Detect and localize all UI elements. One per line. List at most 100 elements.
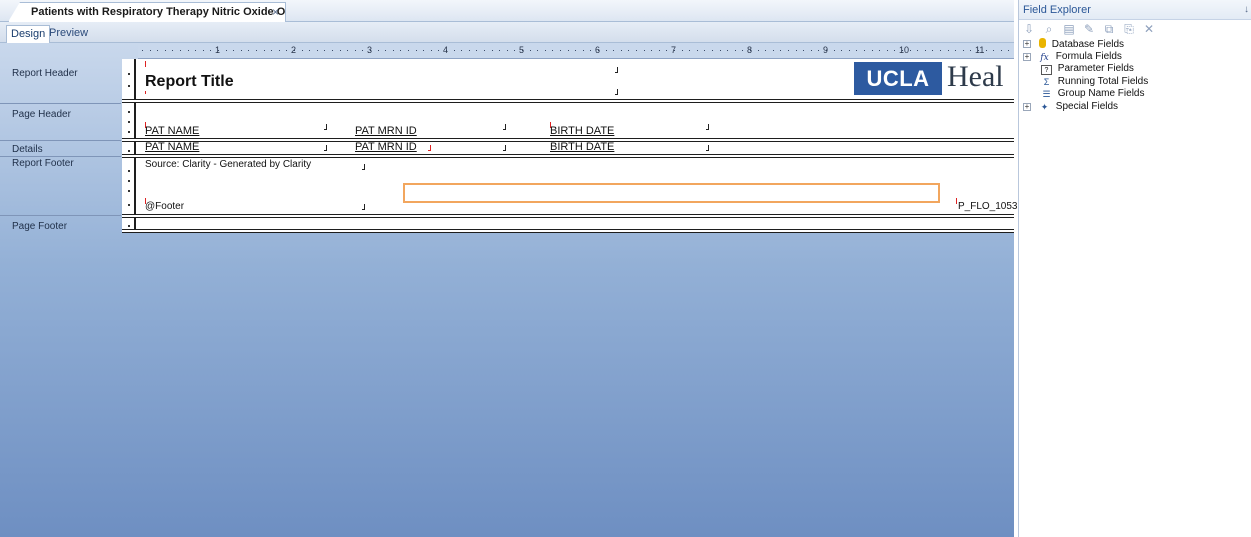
page-header-band[interactable]: PAT NAME PAT MRN ID BIRTH DATE [122,103,1014,138]
band-vertical-ruler [122,218,136,229]
ruler-tick [476,50,478,51]
tree-item-formula-fields[interactable]: + fx Formula Fields [1019,51,1251,64]
field-tree: + Database Fields + fx Formula Fields ? … [1019,38,1251,114]
ruler-tick [354,50,356,51]
database-icon [1039,38,1046,48]
ruler-tick [499,50,501,51]
formula-icon: fx [1040,52,1049,63]
parameter-icon: ? [1041,65,1052,76]
tab-preview[interactable]: Preview [45,25,92,43]
ruler-tick [704,50,706,51]
report-layout: Report Title UCLA Heal PAT NAME PAT MRN … [122,59,1018,235]
ruler-tick [658,50,660,51]
band-vertical-ruler [122,103,136,138]
ucla-health-logo[interactable]: UCLA Heal [854,62,1014,95]
ruler-tick [613,50,615,51]
design-canvas[interactable]: Report Header Page Header Details Report… [0,43,1018,537]
selected-blank-object[interactable] [403,183,940,203]
tree-item-label: Parameter Fields [1057,63,1134,75]
ruler-number: 8 [747,45,753,55]
tree-item-database-fields[interactable]: + Database Fields [1019,38,1251,51]
ruler-tick [886,50,888,51]
close-tab-icon[interactable]: × [272,3,279,21]
duplicate-icon[interactable]: ⧉ [1103,22,1115,36]
report-footer-band[interactable]: Source: Clarity - Generated by Clarity @… [122,158,1018,214]
tree-item-label: Formula Fields [1055,50,1122,62]
ruler-tick [1000,50,1002,51]
running-total-icon: Σ [1043,76,1050,87]
ruler-tick [810,50,812,51]
section-label-page-footer[interactable]: Page Footer [12,221,67,232]
section-separator [0,140,121,141]
ruler-tick [803,50,805,51]
section-label-report-header[interactable]: Report Header [12,68,78,79]
ruler-tick [392,50,394,51]
ruler-tick [408,50,409,51]
tree-item-group-name-fields[interactable]: ☰ Group Name Fields [1019,88,1251,101]
ruler-tick [491,50,493,51]
section-label-report-footer[interactable]: Report Footer [12,158,74,169]
expand-icon[interactable]: + [1023,40,1031,48]
ruler-tick [719,50,721,51]
ruler-number: 5 [519,45,525,55]
section-label-details[interactable]: Details [12,144,43,155]
parameter-field-p-flo[interactable]: P_FLO_1053 [958,201,1018,212]
ruler-tick [248,50,250,51]
rename-icon[interactable]: ⎘ [1123,22,1135,36]
tab-design[interactable]: Design [6,25,51,43]
ruler-tick [256,50,257,51]
ruler-tick [438,50,440,51]
section-label-page-header[interactable]: Page Header [12,109,71,120]
ruler-tick [461,50,463,51]
report-header-band[interactable]: Report Title UCLA Heal [122,59,1014,99]
ruler-tick [240,50,242,51]
source-text-field[interactable]: Source: Clarity - Generated by Clarity [145,159,311,170]
tree-item-parameter-fields[interactable]: ? Parameter Fields [1019,63,1251,76]
ruler-tick [385,50,387,51]
page-header-pat-name[interactable]: PAT NAME [145,125,199,137]
ruler-tick [1008,50,1010,51]
details-band[interactable]: PAT NAME PAT MRN ID BIRTH DATE [122,141,1014,154]
report-title-field[interactable]: Report Title [145,73,234,91]
ruler-tick [917,50,919,51]
tree-item-special-fields[interactable]: + ✦ Special Fields [1019,101,1251,114]
browse-icon[interactable]: ⌕ [1043,22,1055,36]
details-pat-name[interactable]: PAT NAME [145,141,199,153]
ruler-tick [377,50,379,51]
page-header-pat-mrn-id[interactable]: PAT MRN ID [355,125,417,137]
ruler-tick [962,50,964,51]
page-footer-band[interactable] [122,218,1014,229]
new-icon[interactable]: ▤ [1063,22,1075,36]
page-header-birth-date[interactable]: BIRTH DATE [550,125,614,137]
delete-icon[interactable]: ✕ [1143,22,1155,36]
ruler-tick [894,50,896,51]
ruler-tick [560,50,561,51]
details-pat-mrn-id[interactable]: PAT MRN ID [355,141,417,153]
special-fields-icon: ✦ [1040,101,1049,112]
ruler-tick [932,50,934,51]
ruler-tick [506,50,508,51]
ruler-tick [324,50,326,51]
ruler-tick [788,50,789,51]
logo-ucla-text: UCLA [854,62,942,95]
tree-item-label: Running Total Fields [1057,75,1149,87]
ruler-number: 7 [671,45,677,55]
document-tab[interactable]: Patients with Respiratory Therapy Nitric… [8,2,286,22]
expand-icon[interactable]: + [1023,102,1031,111]
pin-icon[interactable]: ↓ [1244,0,1249,20]
footer-formula-field[interactable]: @Footer [145,201,184,212]
details-birth-date[interactable]: BIRTH DATE [550,141,614,153]
ruler-tick [742,50,744,51]
ruler-tick [848,50,850,51]
ruler-tick [332,50,333,51]
expand-icon[interactable]: + [1023,52,1031,61]
tree-item-running-total-fields[interactable]: Σ Running Total Fields [1019,76,1251,89]
horizontal-ruler[interactable]: 1 2 3 4 5 6 7 8 9 10 11 [138,43,1014,59]
insert-to-report-icon[interactable]: ⇩ [1023,22,1035,36]
ruler-tick [620,50,622,51]
edit-icon[interactable]: ✎ [1083,22,1095,36]
ruler-tick [696,50,698,51]
ruler-tick [795,50,797,51]
ruler-tick [993,50,995,51]
ruler-tick [316,50,318,51]
